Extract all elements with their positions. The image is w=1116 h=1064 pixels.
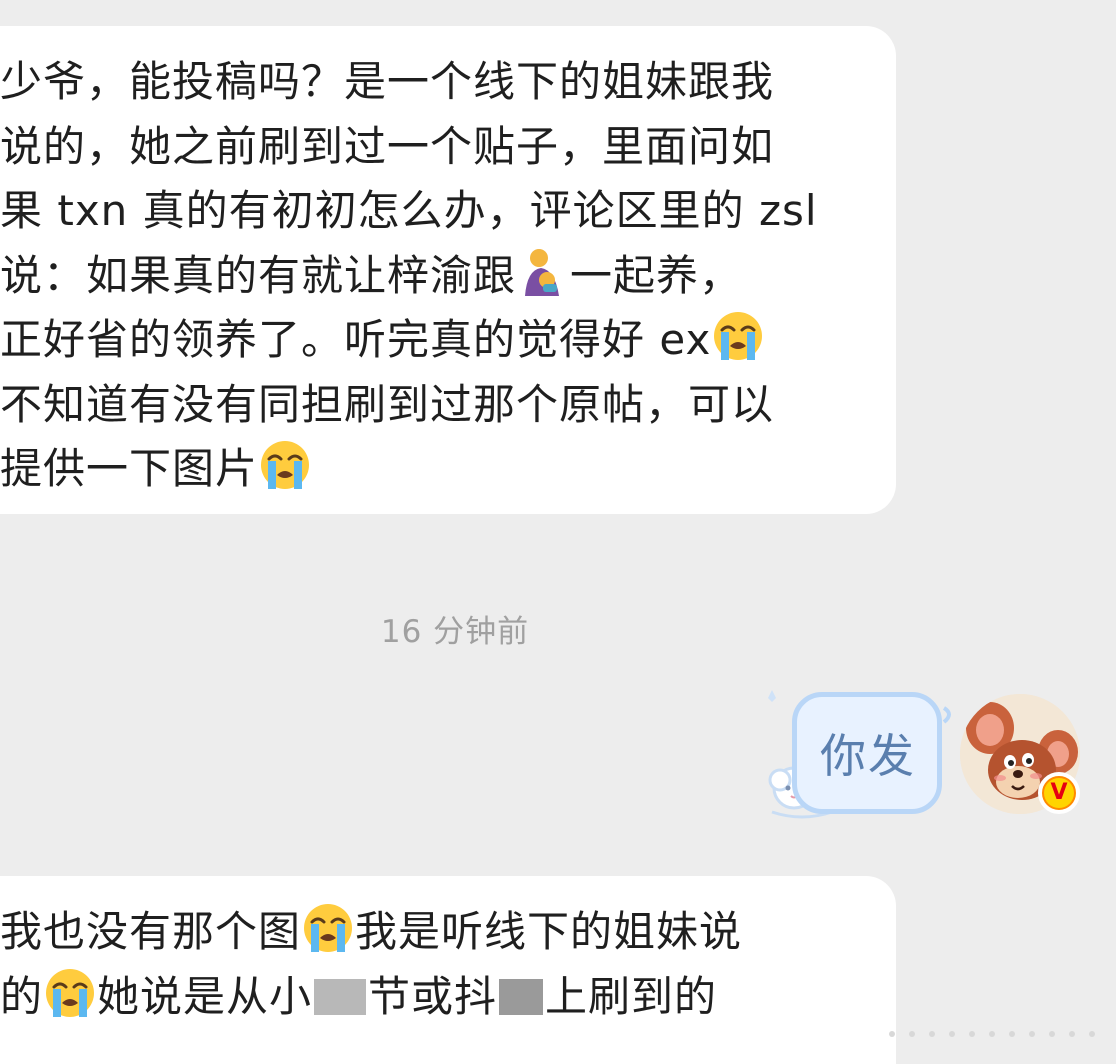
loudly-crying-face-icon bbox=[259, 439, 311, 491]
message-line: 果 txn 真的有初初怎么办，评论区里的 zsl bbox=[0, 186, 818, 235]
message-text: 说：如果真的有就让梓渝跟 bbox=[0, 250, 517, 300]
message-text: 的 bbox=[0, 971, 44, 1021]
v-badge-icon: V bbox=[1044, 778, 1074, 808]
message-text: 她说是从小 bbox=[97, 971, 313, 1021]
mosaic-redaction bbox=[314, 978, 367, 1015]
message-text: 节或抖 bbox=[368, 971, 498, 1021]
message-line: 少爷，能投稿吗？是一个线下的姐妹跟我 bbox=[0, 57, 775, 106]
verified-badge: V bbox=[1038, 772, 1080, 814]
message-text: 我也没有那个图 bbox=[0, 907, 302, 956]
incoming-message-bubble[interactable]: 我也没有那个图 我是听线下的姐妹说 的 她说是从小 节或抖 上刷到的 bbox=[0, 876, 896, 1064]
message-line: 提供一下图片 bbox=[0, 437, 870, 502]
loudly-crying-face-icon bbox=[302, 902, 354, 954]
message-text: 提供一下图片 bbox=[0, 444, 259, 493]
message-line: 的 她说是从小 节或抖 上刷到的 bbox=[0, 965, 870, 1030]
message-text: 上刷到的 bbox=[545, 971, 718, 1021]
loudly-crying-face-icon bbox=[712, 310, 764, 362]
message-timestamp: 16 分钟前 bbox=[380, 614, 530, 650]
message-line: 正好省的领养了。听完真的觉得好 ex bbox=[0, 308, 870, 373]
outgoing-sticker[interactable]: 你发 bbox=[758, 680, 958, 830]
incoming-message-bubble[interactable]: 少爷，能投稿吗？是一个线下的姐妹跟我 说的，她之前刷到过一个贴子，里面问如 果 … bbox=[0, 26, 896, 514]
message-text: 一起养， bbox=[570, 250, 743, 300]
message-line: 说的，她之前刷到过一个贴子，里面问如 bbox=[0, 121, 775, 171]
message-text: 我是听线下的姐妹说 bbox=[355, 907, 743, 956]
mosaic-redaction bbox=[499, 978, 544, 1015]
man-feeding-baby-icon bbox=[525, 248, 560, 296]
message-line: 说：如果真的有就让梓渝跟 一起养， bbox=[0, 244, 870, 309]
message-text: 正好省的领养了。听完真的觉得好 ex bbox=[0, 315, 712, 364]
chat-area: 少爷，能投稿吗？是一个线下的姐妹跟我 说的，她之前刷到过一个贴子，里面问如 果 … bbox=[0, 0, 1116, 1064]
loudly-crying-face-icon bbox=[44, 967, 96, 1018]
message-line: 我也没有那个图 我是听线下的姐妹说 bbox=[0, 900, 870, 965]
sticker-text: 你发 bbox=[820, 729, 916, 783]
message-line: 不知道有没有同担刷到过那个原帖，可以 bbox=[0, 379, 775, 429]
